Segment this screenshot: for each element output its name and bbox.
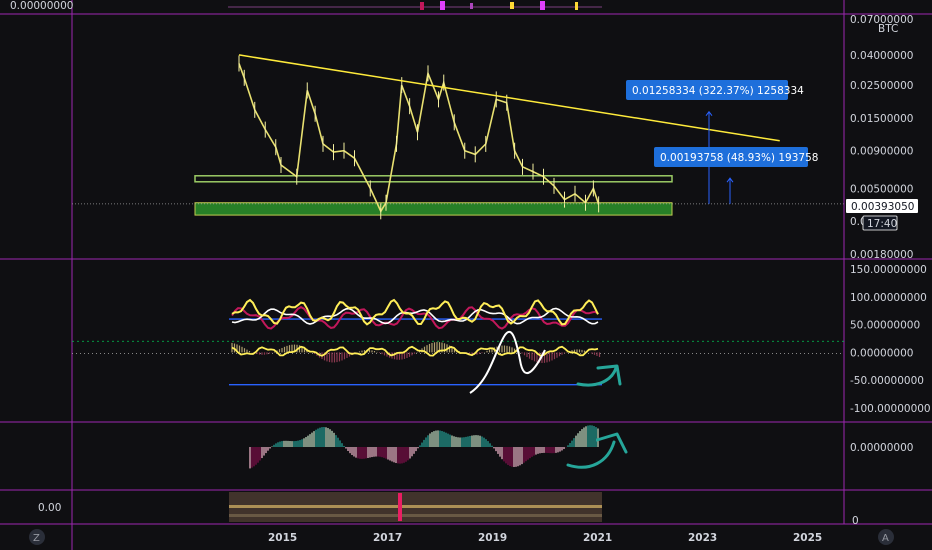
oscillator-pane[interactable] [72,298,844,394]
price-line [238,63,600,214]
oscillator-axis[interactable]: 150.00000000 100.00000000 50.00000000 0.000… [850,264,931,415]
auto-scale-right-button[interactable]: A [878,529,894,545]
corner-left-label: Z [33,533,40,544]
price-pane[interactable]: 0.01258334 (322.37%) 1258334 0.00193758 (… [72,54,844,220]
auto-scale-left-button[interactable]: Z [29,529,45,545]
price-tick-7: 0.00180000 [850,249,913,261]
time-tick-2017: 2017 [373,532,402,544]
histogram-axis[interactable]: 0.00000000 [850,442,913,454]
osc-tick-2: 50.00000000 [850,320,920,332]
time-tick-2023: 2023 [688,532,717,544]
price-tick-3: 0.01500000 [850,113,913,125]
price-tick-1: 0.04000000 [850,50,913,62]
zones-layer [194,175,673,216]
zone-support[interactable] [194,202,673,216]
bottom-pane-line-2 [229,514,602,517]
measure-label-0: 0.01258334 (322.37%) 1258334 [632,85,804,97]
time-tick-2021: 2021 [583,532,612,544]
osc-up-arrow [576,366,618,387]
osc-tick-4: -50.00000000 [850,375,924,387]
time-axis[interactable]: 2015 2017 2019 2021 2023 2025 [268,532,822,544]
bottom-left-value: 0.00 [38,502,61,514]
bottom-axis-zero: 0 [852,515,859,527]
osc-tick-3: 0.00000000 [850,347,913,359]
hist-tick-0: 0.00000000 [850,442,913,454]
zone-resistance[interactable] [194,175,673,183]
price-tick-2: 0.02500000 [850,80,913,92]
bottom-pane[interactable]: 0.00 0 [38,492,859,527]
histogram-pane[interactable] [249,425,628,469]
corner-right-label: A [882,533,889,544]
osc-line-red [231,305,599,330]
price-tick-5: 0.00500000 [850,183,913,195]
price-axis-unit: BTC [878,23,898,35]
price-series-layer [238,55,600,220]
bottom-pane-line [229,505,602,508]
measure-label-1: 0.00193758 (48.93%) 193758 [660,152,818,164]
hist-up-arrow [566,440,616,469]
time-tick-2019: 2019 [478,532,507,544]
osc-tick-5: -100.00000000 [850,403,931,415]
current-price-value: 0.00393050 [851,201,914,213]
osc-tick-1: 100.00000000 [850,292,927,304]
measurement-layer: 0.01258334 (322.37%) 1258334 0.00193758 (… [626,80,818,204]
chart-canvas[interactable]: 0.00000000 0.01258334 (322.37%) 12583340… [0,0,932,550]
countdown-value: 17:40 [867,218,897,230]
bottom-pane-spike [398,493,402,521]
pane-frame [0,0,932,550]
top-strip-indicator [228,1,602,10]
time-tick-2025: 2025 [793,532,822,544]
price-tick-4: 0.00900000 [850,146,913,158]
time-tick-2015: 2015 [268,532,297,544]
osc-tick-0: 150.00000000 [850,264,927,276]
top-left-value: 0.00000000 [10,0,73,12]
